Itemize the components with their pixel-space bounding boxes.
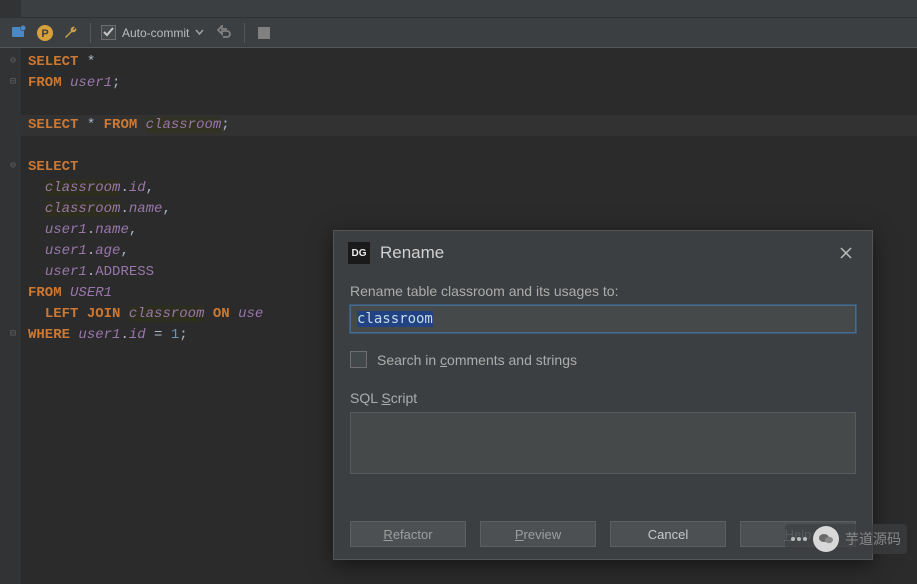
rename-input[interactable] [350,305,856,333]
fold-marker[interactable]: ⊖ [10,161,19,170]
dialog-titlebar: DG Rename [334,231,872,275]
sql-script-box[interactable] [350,412,856,474]
code-line: FROM user1; [28,73,263,94]
search-comments-checkbox[interactable]: Search in comments and strings [350,351,856,368]
tab-bar [0,0,917,18]
search-comments-label: Search in comments and strings [377,352,577,368]
wechat-icon [813,526,839,552]
watermark-dots-icon [791,537,807,541]
code-editor[interactable]: SELECT *FROM user1; SELECT * FROM classr… [28,52,263,346]
p-circle-icon[interactable]: P [34,22,56,44]
code-line: classroom.id, [28,178,263,199]
code-line [28,136,263,157]
tab-bar-left [0,0,21,18]
editor-gutter: ⊖ ⊟ ⊖ ⊟ [0,48,21,584]
stop-button[interactable] [253,22,275,44]
rename-prompt: Rename table classroom and its usages to… [350,283,856,299]
auto-commit-label: Auto-commit [122,26,189,40]
rename-dialog: DG Rename Rename table classroom and its… [333,230,873,560]
watermark: 芋道源码 [785,524,907,554]
close-button[interactable] [834,241,858,265]
checkbox-unchecked-icon [350,351,367,368]
code-line [28,94,263,115]
code-line: SELECT [28,157,263,178]
fold-marker[interactable]: ⊟ [10,77,19,86]
wrench-icon[interactable] [60,22,82,44]
watermark-text: 芋道源码 [845,529,901,549]
code-line: user1.ADDRESS [28,262,263,283]
toolbar-separator [244,23,245,43]
dialog-body: Rename table classroom and its usages to… [334,283,872,474]
auto-commit-toggle[interactable]: Auto-commit [101,25,204,40]
console-icon[interactable] [8,22,30,44]
code-line: SELECT * FROM classroom; [28,115,263,136]
fold-marker[interactable]: ⊖ [10,56,19,65]
dialog-title: Rename [380,243,444,263]
code-line: LEFT JOIN classroom ON use [28,304,263,325]
undo-button[interactable] [214,22,236,44]
cancel-button[interactable]: Cancel [610,521,726,547]
code-line: WHERE user1.id = 1; [28,325,263,346]
dg-badge-icon: DG [348,242,370,264]
code-line: SELECT * [28,52,263,73]
code-line: user1.name, [28,220,263,241]
fold-marker[interactable]: ⊟ [10,329,19,338]
stop-icon [258,27,270,39]
code-line: FROM USER1 [28,283,263,304]
toolbar: P Auto-commit [0,18,917,48]
code-line: classroom.name, [28,199,263,220]
svg-text:P: P [41,28,48,40]
preview-button[interactable]: Preview [480,521,596,547]
checkbox-checked-icon [101,25,116,40]
code-line: user1.age, [28,241,263,262]
refactor-button[interactable]: Refactor [350,521,466,547]
chevron-down-icon [195,28,204,37]
toolbar-separator [90,23,91,43]
dialog-button-row: Refactor Preview Cancel Help [350,521,856,547]
sql-script-label: SQL Script [350,390,856,406]
